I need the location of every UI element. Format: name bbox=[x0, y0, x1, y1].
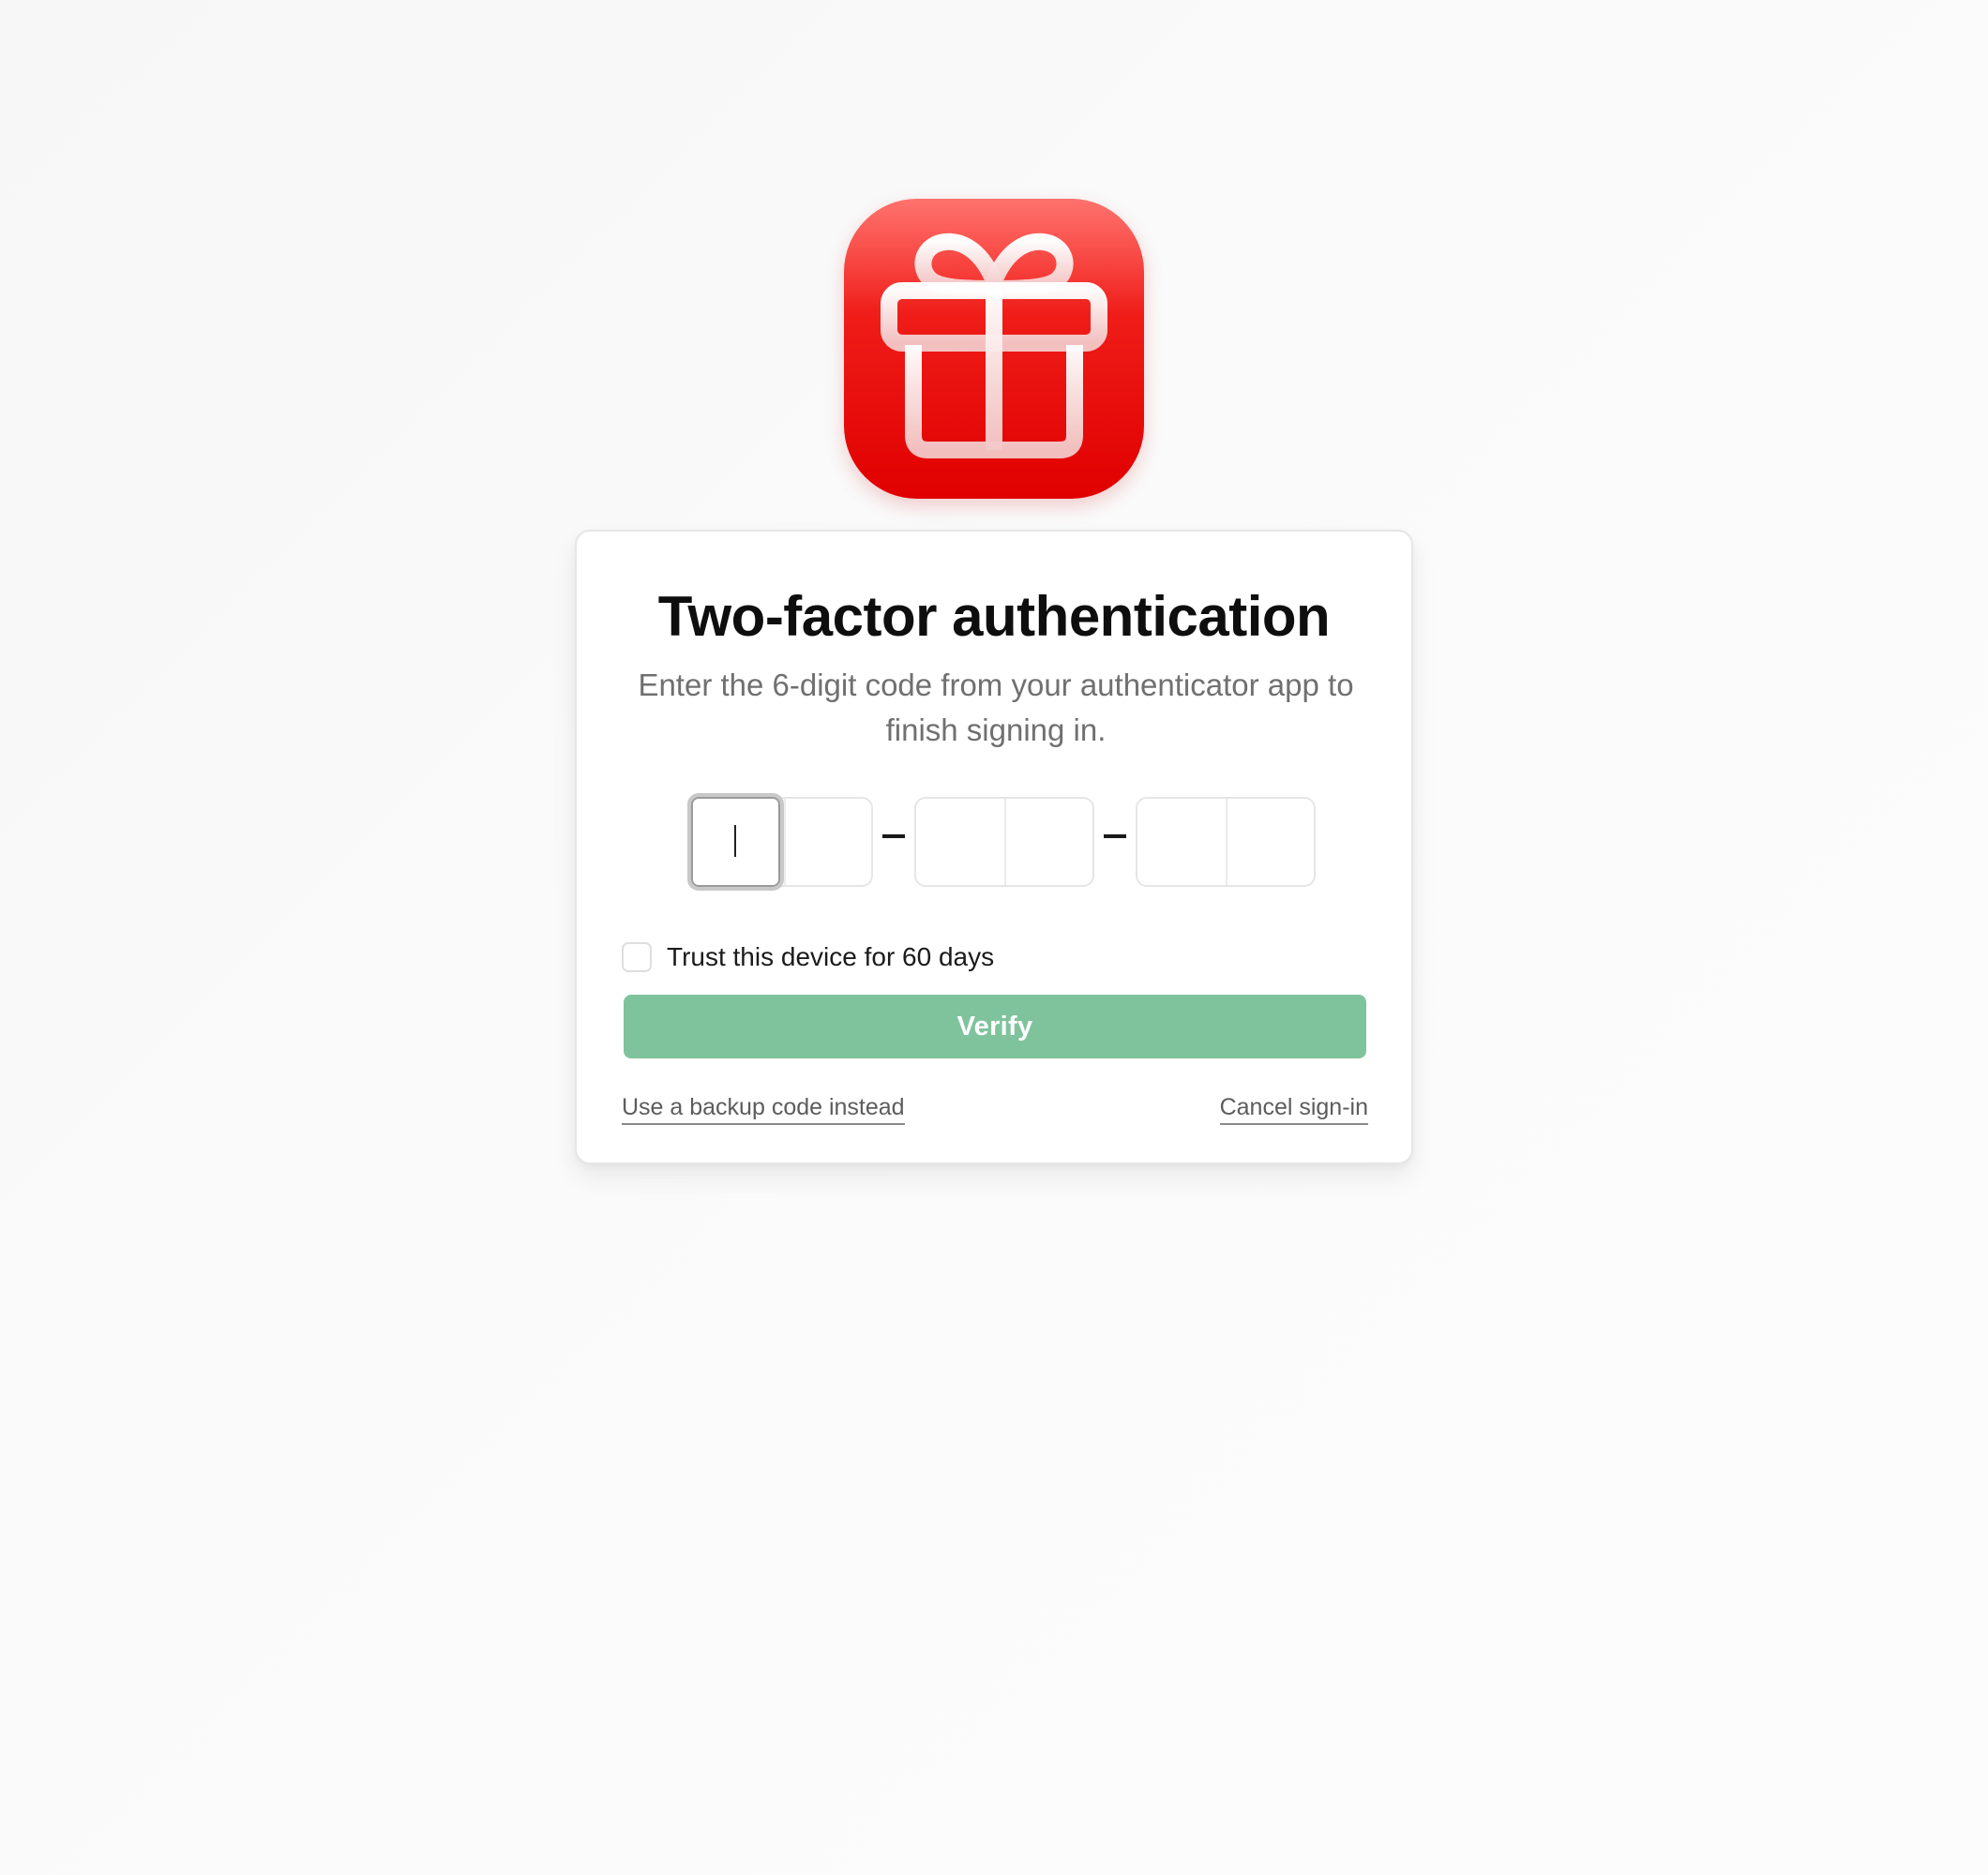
two-factor-card: Two-factor authentication Enter the 6-di… bbox=[575, 530, 1413, 1164]
code-input-group bbox=[687, 793, 1316, 892]
page-title: Two-factor authentication bbox=[657, 585, 1331, 648]
verify-button[interactable]: Verify bbox=[624, 995, 1366, 1058]
gift-icon bbox=[844, 199, 1144, 458]
trust-device-checkbox[interactable] bbox=[622, 942, 652, 972]
app-logo bbox=[844, 199, 1144, 499]
code-pair-2 bbox=[914, 797, 1094, 887]
code-digit-5[interactable] bbox=[1137, 799, 1226, 885]
code-digit-3[interactable] bbox=[916, 799, 1004, 885]
code-pair-3 bbox=[1136, 797, 1316, 887]
code-separator bbox=[882, 834, 905, 838]
code-digit-6[interactable] bbox=[1226, 799, 1314, 885]
trust-device-row: Trust this device for 60 days bbox=[622, 935, 994, 980]
code-digit-2[interactable] bbox=[783, 799, 871, 885]
cancel-sign-in-link[interactable]: Cancel sign-in bbox=[1219, 1091, 1368, 1125]
code-digit-4[interactable] bbox=[1004, 799, 1092, 885]
instructions-text: Enter the 6-digit code from your authent… bbox=[638, 668, 1354, 747]
trust-device-label[interactable]: Trust this device for 60 days bbox=[667, 942, 994, 972]
backup-code-link[interactable]: Use a backup code instead bbox=[622, 1091, 905, 1125]
code-pair-1 bbox=[687, 793, 873, 891]
text-caret bbox=[734, 825, 736, 857]
code-separator bbox=[1104, 834, 1126, 838]
